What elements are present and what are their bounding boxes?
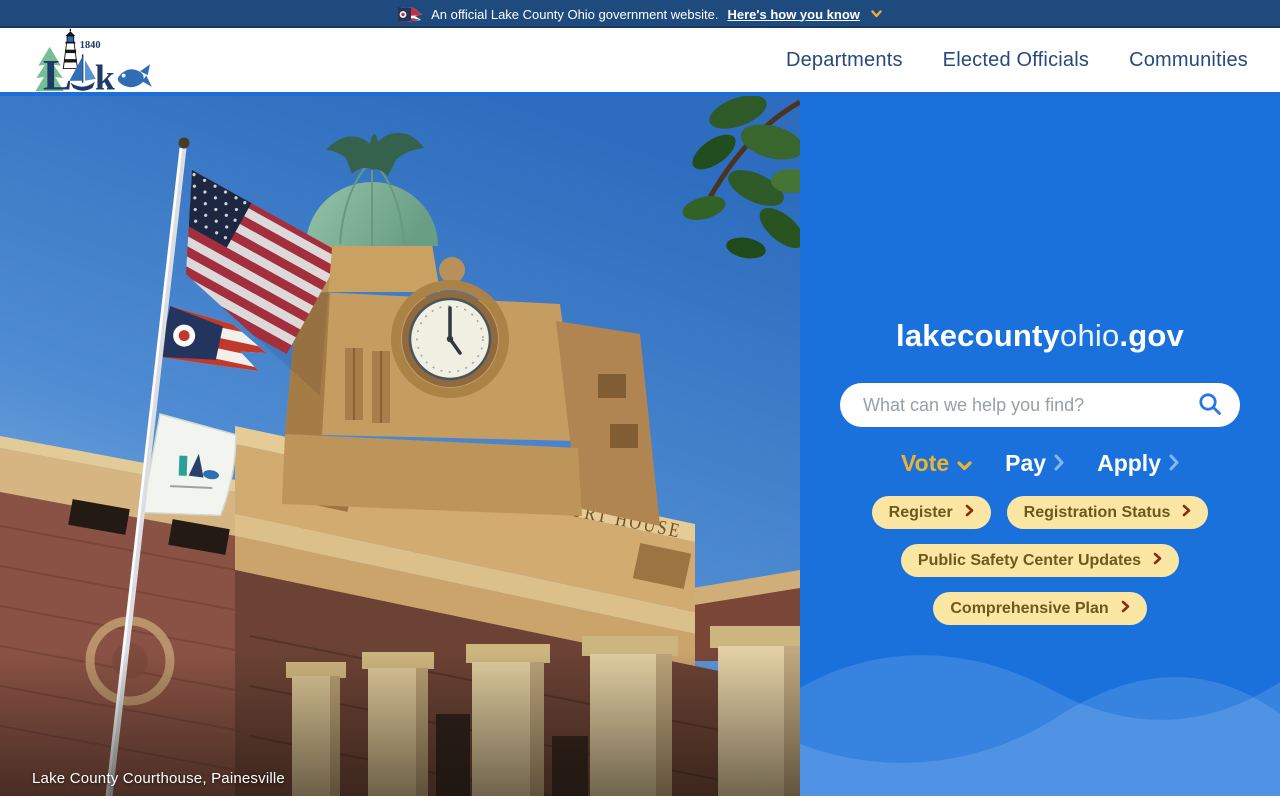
photo-caption: Lake County Courthouse, Painesville: [32, 770, 285, 787]
logo-year: 1840: [80, 40, 101, 51]
comprehensive-plan-button[interactable]: Comprehensive Plan: [933, 592, 1146, 625]
chevron-down-icon: [957, 450, 972, 477]
hero-section: LAKE COUNTY COURT HOUSE: [0, 96, 1280, 796]
clock: [396, 285, 504, 393]
quick-link-vote[interactable]: Vote: [901, 450, 972, 477]
nav-communities[interactable]: Communities: [1129, 49, 1248, 72]
quick-links: Vote Pay Apply: [901, 450, 1179, 477]
site-title-part3: .gov: [1119, 318, 1184, 353]
chevron-right-icon: [965, 504, 974, 522]
quick-link-vote-label: Vote: [901, 450, 949, 477]
site-title-part2: ohio: [1060, 318, 1119, 353]
chevron-right-icon: [1054, 450, 1064, 477]
quick-link-pay[interactable]: Pay: [1005, 450, 1064, 477]
decorative-waves: [800, 626, 1280, 796]
official-banner: An official Lake County Ohio government …: [0, 0, 1280, 28]
search-button[interactable]: [1195, 389, 1225, 422]
chevron-right-icon: [1182, 504, 1191, 522]
logo-letter-l: L: [43, 51, 72, 94]
logo-fish-icon: [114, 64, 152, 87]
search-icon: [1197, 391, 1223, 420]
nav-departments[interactable]: Departments: [786, 49, 903, 72]
button-row-2: Public Safety Center Updates: [901, 544, 1179, 577]
site-title: lakecountyohio.gov: [896, 318, 1184, 354]
search-bar[interactable]: [840, 383, 1240, 427]
public-safety-center-updates-label: Public Safety Center Updates: [918, 552, 1141, 570]
heres-how-you-know-link[interactable]: Here's how you know: [727, 7, 859, 22]
button-row-1: Register Registration Status: [872, 496, 1209, 529]
action-panel: lakecountyohio.gov Vote Pa: [800, 96, 1280, 796]
chevron-down-icon[interactable]: [871, 10, 882, 18]
search-input[interactable]: [861, 394, 1195, 417]
chevron-right-icon: [1169, 450, 1179, 477]
nav-elected-officials[interactable]: Elected Officials: [943, 49, 1089, 72]
quick-link-apply-label: Apply: [1097, 450, 1161, 477]
lake-county-logo[interactable]: 1840 L k: [32, 28, 154, 94]
quick-link-apply[interactable]: Apply: [1097, 450, 1179, 477]
comprehensive-plan-label: Comprehensive Plan: [950, 600, 1108, 618]
logo-letter-k: k: [95, 57, 115, 94]
site-header: 1840 L k Departments Elected Officials C…: [0, 28, 1280, 96]
quick-link-pay-label: Pay: [1005, 450, 1046, 477]
registration-status-button-label: Registration Status: [1024, 504, 1171, 522]
courthouse-photo: LAKE COUNTY COURT HOUSE: [0, 96, 800, 796]
registration-status-button[interactable]: Registration Status: [1007, 496, 1209, 529]
register-button-label: Register: [889, 504, 953, 522]
ohio-flag-icon: [398, 7, 422, 22]
banner-text: An official Lake County Ohio government …: [431, 7, 718, 22]
chevron-right-icon: [1153, 552, 1162, 570]
register-button[interactable]: Register: [872, 496, 991, 529]
button-row-3: Comprehensive Plan: [933, 592, 1146, 625]
site-title-part1: lakecounty: [896, 318, 1060, 353]
public-safety-center-updates-button[interactable]: Public Safety Center Updates: [901, 544, 1179, 577]
main-nav: Departments Elected Officials Communitie…: [786, 49, 1248, 72]
chevron-right-icon: [1121, 600, 1130, 618]
